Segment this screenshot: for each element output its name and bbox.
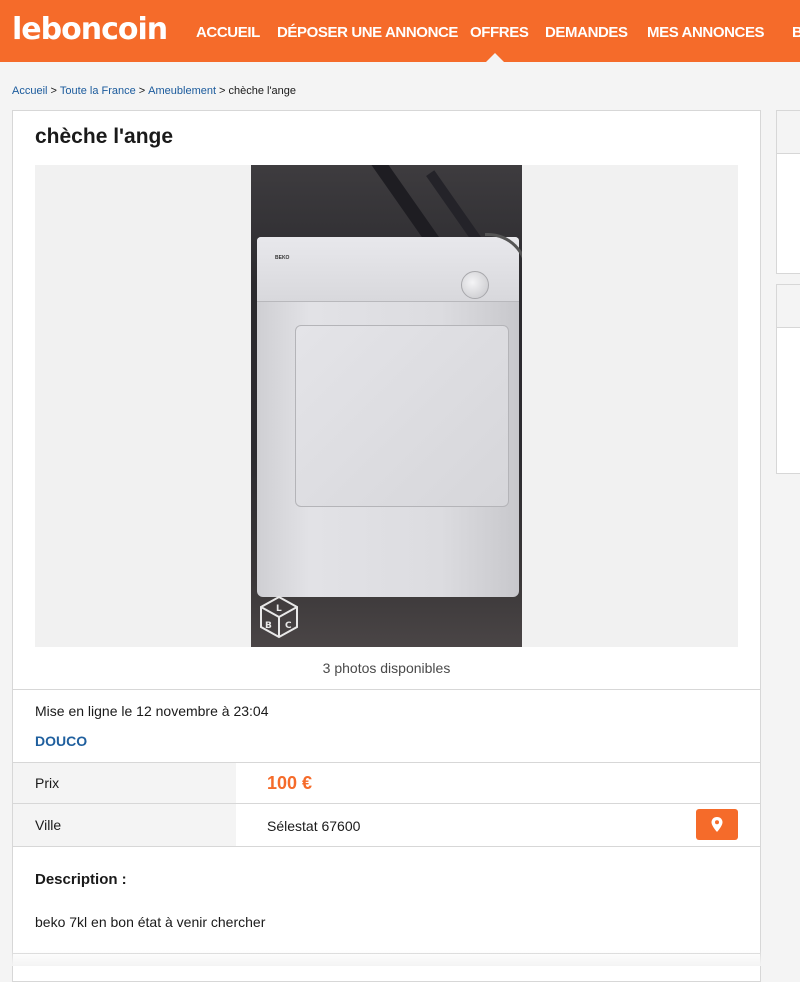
breadcrumb-toute-la-france[interactable]: Toute la France (60, 85, 136, 97)
nav-item-demandes[interactable]: DEMANDES (545, 24, 628, 41)
sidebar-box-header (777, 111, 800, 154)
listing-title: chèche l'ange (35, 125, 174, 148)
photo-dryer: BEKO (257, 233, 522, 597)
city-row-label: Ville (13, 804, 236, 846)
sidebar-box-header (777, 285, 800, 328)
city-label: Ville (35, 817, 62, 833)
seller-name-link[interactable]: DOUCO (35, 733, 87, 749)
map-button[interactable] (696, 809, 738, 840)
nav-item-accueil[interactable]: ACCUEIL (196, 24, 260, 41)
price-label: Prix (35, 775, 60, 791)
dryer-door (295, 325, 509, 507)
map-pin-icon (711, 817, 723, 832)
sidebar-box (776, 284, 800, 474)
breadcrumb-separator: > (50, 85, 57, 97)
price-row-label: Prix (13, 763, 236, 803)
dryer-control-panel: BEKO (257, 237, 519, 302)
bottom-fade (0, 950, 800, 966)
listing-photo[interactable]: BEKO L B C (251, 165, 522, 647)
divider (13, 689, 760, 690)
sidebar-box (776, 110, 800, 274)
breadcrumb: Accueil > Toute la France > Ameublement > chèc… (12, 85, 296, 97)
photo-gallery[interactable]: BEKO L B C (35, 165, 738, 647)
watermark-letter: L (276, 604, 282, 614)
description-title: Description : (35, 871, 127, 888)
divider (13, 846, 760, 847)
top-bar: leboncoin ACCUEIL DÉPOSER UNE ANNONCE OF… (0, 0, 800, 62)
price-value: 100 € (267, 773, 313, 793)
site-logo[interactable]: leboncoin (12, 12, 168, 47)
nav-item-truncated[interactable]: B (792, 24, 800, 41)
nav-item-offres[interactable]: OFFRES (470, 24, 529, 41)
watermark-letter: B (265, 621, 272, 631)
breadcrumb-accueil[interactable]: Accueil (12, 85, 47, 97)
description-body: beko 7kl en bon état à venir chercher (35, 914, 266, 930)
photos-count-caption[interactable]: 3 photos disponibles (35, 660, 738, 676)
dryer-brand-label: BEKO (275, 255, 290, 261)
listing-card: chèche l'ange BEKO L B C 3 photos dispon… (12, 110, 761, 982)
nav-item-mes-annonces[interactable]: MES ANNONCES (647, 24, 765, 41)
breadcrumb-separator: > (219, 85, 226, 97)
dryer-cable (485, 233, 522, 396)
watermark-letter: C (285, 621, 292, 631)
nav-item-deposer[interactable]: DÉPOSER UNE ANNONCE (277, 24, 458, 41)
active-nav-indicator (486, 53, 504, 62)
breadcrumb-ameublement[interactable]: Ameublement (148, 85, 216, 97)
breadcrumb-current: chèche l'ange (228, 85, 297, 97)
breadcrumb-separator: > (138, 85, 146, 97)
lbc-watermark-icon: L B C (260, 595, 298, 639)
city-value: Sélestat 67600 (267, 818, 361, 834)
posted-date: Mise en ligne le 12 novembre à 23:04 (35, 703, 269, 719)
